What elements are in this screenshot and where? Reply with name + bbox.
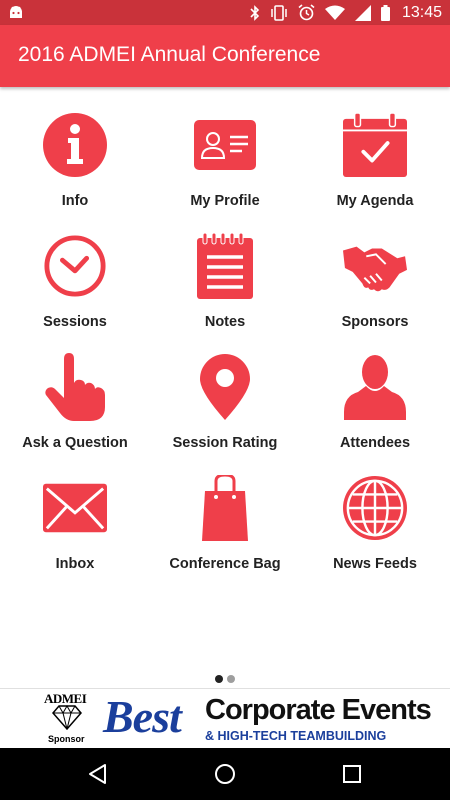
page-dot-active[interactable]	[215, 675, 223, 683]
sponsor-label: Sponsor	[48, 734, 85, 744]
status-time: 13:45	[401, 3, 442, 21]
envelope-icon	[43, 483, 107, 533]
globe-icon	[343, 476, 407, 540]
profile-card-icon	[194, 120, 256, 170]
menu-item-inbox[interactable]: Inbox	[0, 473, 150, 594]
menu-item-label: News Feeds	[333, 556, 417, 572]
menu-item-label: Notes	[204, 314, 246, 330]
diamond-icon	[52, 704, 82, 730]
alarm-icon	[298, 4, 315, 21]
pointing-hand-icon	[45, 353, 105, 421]
menu-item-news-feeds[interactable]: News Feeds	[300, 473, 450, 594]
signal-icon	[354, 4, 371, 21]
vibrate-icon	[271, 4, 287, 21]
recents-icon[interactable]	[340, 762, 364, 786]
system-nav-bar	[0, 748, 450, 800]
menu-item-label: Sponsors	[341, 314, 409, 330]
battery-icon	[380, 4, 390, 21]
menu-item-attendees[interactable]: Attendees	[300, 352, 450, 473]
menu-item-label: My Agenda	[336, 193, 414, 209]
menu-item-session-rating[interactable]: Session Rating	[150, 352, 300, 473]
menu-item-sponsors[interactable]: Sponsors	[300, 231, 450, 352]
menu-item-info[interactable]: Info	[0, 110, 150, 231]
android-icon	[10, 6, 22, 18]
wifi-icon	[324, 5, 345, 20]
menu-item-my-profile[interactable]: My Profile	[150, 110, 300, 231]
menu-item-label: Session Rating	[172, 435, 278, 451]
menu-item-conference-bag[interactable]: Conference Bag	[150, 473, 300, 594]
menu-item-my-agenda[interactable]: My Agenda	[300, 110, 450, 231]
back-icon[interactable]	[86, 762, 110, 786]
menu-item-label: Conference Bag	[169, 556, 281, 572]
bluetooth-icon	[250, 4, 260, 21]
menu-item-label: Info	[61, 193, 89, 209]
shopping-bag-icon	[202, 475, 248, 541]
corporate-events-text: Corporate Events	[205, 694, 432, 726]
calendar-check-icon	[343, 112, 407, 177]
menu-item-label: Inbox	[55, 556, 95, 572]
page-indicator	[0, 675, 450, 683]
sponsor-banner[interactable]: ADMEI Sponsor Best Corporate Events & HI…	[0, 688, 450, 748]
menu-item-label: Attendees	[339, 435, 411, 451]
info-icon	[43, 113, 107, 177]
notepad-icon	[197, 233, 253, 299]
app-bar: 2016 ADMEI Annual Conference	[0, 25, 450, 87]
home-icon[interactable]	[213, 762, 237, 786]
menu-item-label: Sessions	[43, 314, 107, 330]
status-bar: 13:45	[0, 0, 450, 25]
menu-item-ask-a-question[interactable]: Ask a Question	[0, 352, 150, 473]
menu-item-sessions[interactable]: Sessions	[0, 231, 150, 352]
best-logo-text: Best	[103, 691, 182, 742]
sponsor-tagline: & HIGH-TECH TEAMBUILDING	[205, 729, 387, 743]
clock-icon	[44, 235, 106, 297]
menu-item-label: Ask a Question	[22, 435, 128, 451]
menu-item-notes[interactable]: Notes	[150, 231, 300, 352]
page-title: 2016 ADMEI Annual Conference	[18, 43, 321, 66]
menu-item-label: My Profile	[190, 193, 260, 209]
page-dot[interactable]	[227, 675, 235, 683]
person-icon	[344, 355, 406, 420]
map-pin-icon	[200, 354, 250, 420]
handshake-icon	[343, 246, 407, 292]
